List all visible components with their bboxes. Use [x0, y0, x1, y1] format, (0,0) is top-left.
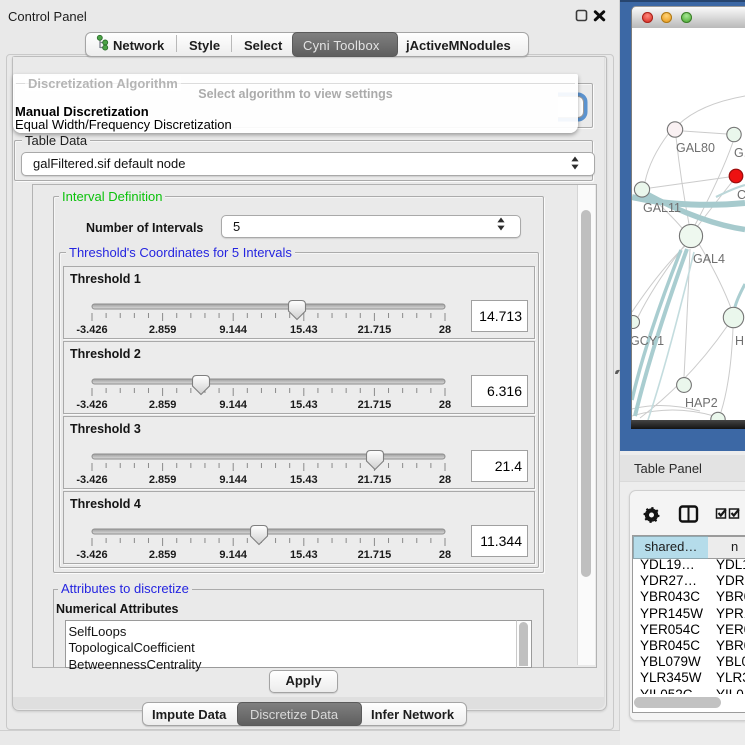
svg-text:-3.426: -3.426	[76, 474, 107, 486]
svg-text:H: H	[735, 334, 744, 348]
svg-text:-3.426: -3.426	[76, 399, 107, 411]
svg-text:9.144: 9.144	[219, 474, 247, 486]
svg-text:15.43: 15.43	[290, 549, 318, 561]
svg-text:28: 28	[439, 399, 451, 411]
svg-text:GAL11: GAL11	[643, 201, 681, 215]
svg-text:28: 28	[439, 474, 451, 486]
svg-text:-3.426: -3.426	[76, 549, 107, 561]
svg-text:-3.426: -3.426	[76, 324, 107, 336]
svg-text:GAL4: GAL4	[693, 252, 725, 266]
svg-text:21.715: 21.715	[358, 399, 392, 411]
svg-text:9.144: 9.144	[219, 399, 247, 411]
svg-text:15.43: 15.43	[290, 474, 318, 486]
svg-text:15.43: 15.43	[290, 324, 318, 336]
svg-text:15.43: 15.43	[290, 399, 318, 411]
svg-text:G.: G.	[734, 146, 745, 160]
svg-text:GCY1: GCY1	[632, 334, 664, 348]
svg-text:2.859: 2.859	[149, 474, 177, 486]
svg-text:2.859: 2.859	[149, 324, 177, 336]
svg-text:C: C	[737, 188, 745, 202]
svg-text:2.859: 2.859	[149, 399, 177, 411]
svg-text:21.715: 21.715	[358, 549, 392, 561]
svg-text:21.715: 21.715	[358, 324, 392, 336]
svg-text:28: 28	[439, 324, 451, 336]
svg-text:28: 28	[439, 549, 451, 561]
svg-text:9.144: 9.144	[219, 324, 247, 336]
svg-text:2.859: 2.859	[149, 549, 177, 561]
svg-text:GAL80: GAL80	[676, 141, 715, 155]
svg-text:9.144: 9.144	[219, 549, 247, 561]
svg-text:HAP2: HAP2	[685, 396, 718, 410]
svg-text:21.715: 21.715	[358, 474, 392, 486]
